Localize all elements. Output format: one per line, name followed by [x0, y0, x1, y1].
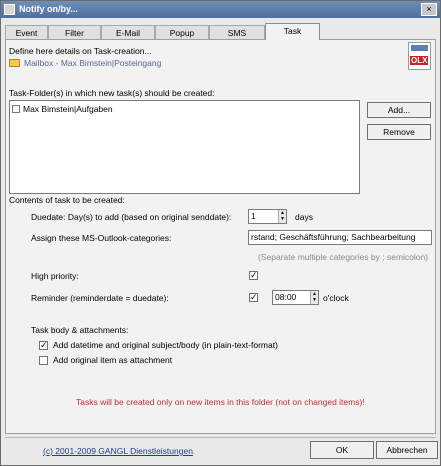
reminder-time-value: 08:00 — [275, 292, 297, 302]
tab-filter[interactable]: Filter — [48, 25, 101, 39]
reminder-checkbox[interactable]: ✓ — [249, 293, 258, 302]
mail-folder-icon — [9, 59, 20, 67]
spin-down-icon[interactable]: ▼ — [278, 216, 286, 223]
add-datetime-label: Add datetime and original subject/body (… — [53, 340, 278, 350]
cancel-button[interactable]: Abbrechen — [376, 441, 438, 459]
check-icon: ✓ — [40, 340, 48, 350]
priority-checkbox[interactable]: ✓ — [249, 271, 258, 280]
task-folder-label: Task-Folder(s) in which new task(s) shou… — [9, 88, 215, 98]
add-attachment-label: Add original item as attachment — [53, 355, 173, 365]
oclock-label: o'clock — [323, 293, 349, 303]
check-icon: ✓ — [250, 270, 258, 280]
folder-item[interactable]: Max Bimstein|Aufgaben — [23, 104, 113, 114]
warning-text: Tasks will be created only on new items … — [76, 397, 365, 407]
logo-bar-icon — [411, 45, 428, 51]
duedate-input[interactable]: 1 ▲ ▼ — [248, 209, 287, 224]
mailbox-path: Mailbox - Max Bimstein|Posteingang — [24, 58, 162, 68]
priority-label: High priority: — [31, 271, 79, 281]
window-title: Notify on/by... — [19, 4, 78, 14]
spin-down-icon[interactable]: ▼ — [310, 297, 318, 304]
ok-button[interactable]: OK — [310, 441, 374, 459]
task-panel: Define here details on Task-creation... … — [5, 39, 436, 434]
add-folder-button[interactable]: Add... — [367, 102, 431, 118]
task-folder-icon — [12, 105, 20, 113]
task-folder-list[interactable]: Max Bimstein|Aufgaben — [9, 100, 360, 194]
intro-text: Define here details on Task-creation... — [9, 46, 152, 56]
app-icon — [4, 4, 15, 15]
tab-popup[interactable]: Popup — [155, 25, 209, 39]
days-label: days — [295, 212, 313, 222]
tab-email[interactable]: E-Mail — [101, 25, 155, 39]
olx-logo: OLX — [408, 42, 431, 70]
notify-dialog: Notify on/by... × Event Filter E-Mail Po… — [0, 0, 441, 466]
reminder-time-input[interactable]: 08:00 ▲ ▼ — [272, 290, 319, 305]
logo-text: OLX — [410, 56, 429, 65]
add-attachment-checkbox[interactable] — [39, 356, 48, 365]
tab-task[interactable]: Task — [265, 23, 320, 40]
task-body-label: Task body & attachments: — [31, 325, 129, 335]
reminder-label: Reminder (reminderdate = duedate): — [31, 293, 169, 303]
add-datetime-checkbox[interactable]: ✓ — [39, 341, 48, 350]
title-bar: Notify on/by... × — [1, 1, 440, 18]
tab-event[interactable]: Event — [5, 25, 48, 39]
contents-label: Contents of task to be created: — [9, 195, 125, 205]
tab-sms[interactable]: SMS — [209, 25, 265, 39]
categories-label: Assign these MS-Outlook-categories: — [31, 233, 172, 243]
footer-separator — [5, 437, 436, 438]
close-icon[interactable]: × — [421, 3, 437, 16]
copyright-link[interactable]: (c) 2001-2009 GANGL Dienstleistungen — [43, 446, 193, 456]
duedate-value: 1 — [251, 211, 256, 221]
categories-hint: (Separate multiple categories by ; semic… — [258, 252, 429, 262]
categories-input[interactable]: rstand; Geschäftsführung; Sachbearbeitun… — [248, 230, 432, 245]
check-icon: ✓ — [250, 292, 258, 302]
duedate-label: Duedate: Day(s) to add (based on origina… — [31, 212, 232, 222]
remove-folder-button[interactable]: Remove — [367, 124, 431, 140]
